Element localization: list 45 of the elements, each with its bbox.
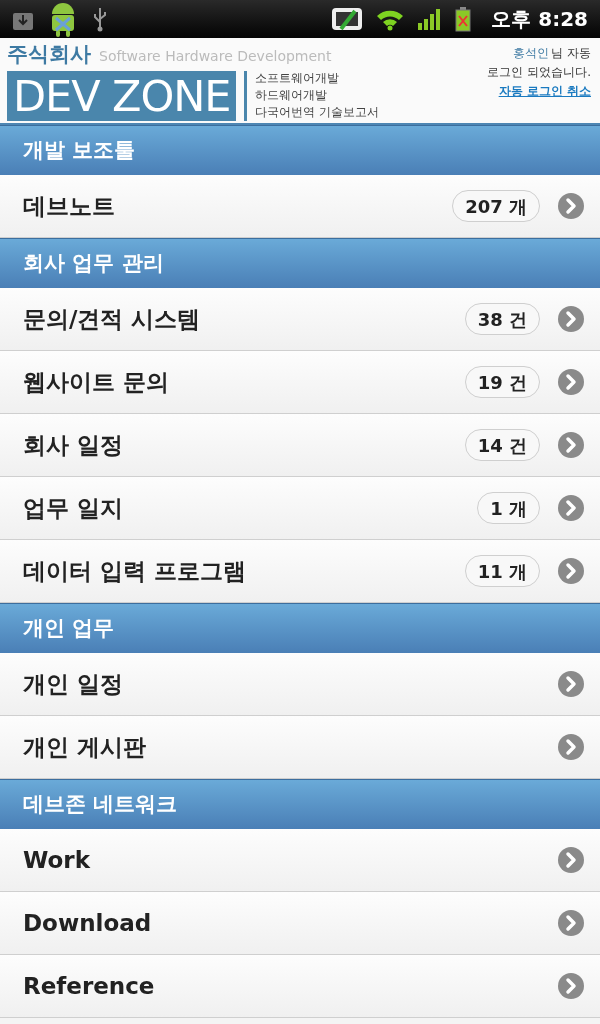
menu-item[interactable]: 웹사이트 문의 19 건 [0, 351, 600, 414]
menu-item[interactable]: Work [0, 829, 600, 892]
chevron-right-icon [558, 910, 584, 936]
section-header: 데브존 네트워크 [0, 779, 600, 829]
menu-item[interactable]: 개인 일정 [0, 653, 600, 716]
chevron-right-icon [558, 558, 584, 584]
count-badge: 38 건 [464, 303, 540, 335]
login-suffix: 님 자동 [551, 45, 591, 62]
chevron-right-icon [558, 847, 584, 873]
chevron-right-icon [558, 495, 584, 521]
count-badge: 11 개 [464, 555, 540, 587]
usb-icon [92, 6, 108, 32]
battery-icon [455, 6, 472, 32]
chevron-right-icon [558, 671, 584, 697]
menu-item[interactable]: 개인 게시판 [0, 716, 600, 779]
menu-item[interactable]: 데이터 입력 프로그램 11 개 [0, 540, 600, 603]
menu-item[interactable]: 업무 일지 1 개 [0, 477, 600, 540]
chevron-right-icon [558, 973, 584, 999]
chevron-right-icon [558, 193, 584, 219]
service-label: 소프트웨어개발 [255, 70, 341, 87]
menu-item[interactable]: Download [0, 892, 600, 955]
count-badge: 207 개 [452, 190, 540, 222]
chevron-right-icon [558, 369, 584, 395]
chevron-right-icon [558, 306, 584, 332]
count-badge: 1 개 [477, 492, 540, 524]
login-message: 로그인 되었습니다. [487, 64, 591, 81]
menu-item[interactable]: 문의/견적 시스템 38 건 [0, 288, 600, 351]
company-label: 주식회사 [7, 42, 91, 66]
chevron-right-icon [558, 734, 584, 760]
tagline: Software Hardware Development [99, 47, 332, 66]
user-name: 홍석인 [513, 45, 550, 62]
section-header: 개인 업무 [0, 603, 600, 653]
menu-item[interactable]: Reference [0, 955, 600, 1018]
clock: 오후 8:28 [491, 6, 588, 33]
service-label: 하드웨어개발 [255, 87, 329, 104]
section-header: 회사 업무 관리 [0, 238, 600, 288]
logout-link[interactable]: 자동 로그인 취소 [498, 82, 591, 101]
chevron-right-icon [558, 432, 584, 458]
menu-item[interactable]: 회사 일정 14 건 [0, 414, 600, 477]
service-label: 다국어번역 기술보고서 [255, 104, 380, 121]
count-badge: 19 건 [464, 366, 540, 398]
logo: DEV ZONE [7, 70, 237, 121]
section-header: 개발 보조툴 [0, 125, 600, 175]
count-badge: 14 건 [464, 429, 540, 461]
menu-item[interactable]: 데브노트 207 개 [0, 175, 600, 238]
